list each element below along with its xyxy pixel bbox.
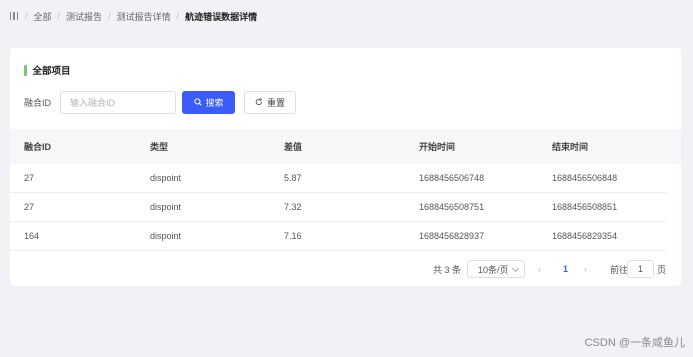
goto-label: 前往	[610, 264, 629, 275]
table-cell: dispoint	[150, 173, 182, 183]
fusion-id-placeholder: 输入融合ID	[70, 97, 116, 108]
table-cell: 164	[24, 231, 40, 241]
breadcrumb-item-report-detail[interactable]: 测试报告详情	[117, 10, 171, 23]
table-cell: 1688456828937	[419, 231, 485, 241]
watermark: CSDN @一条咸鱼儿	[584, 337, 685, 349]
breadcrumb-separator: /	[25, 11, 28, 21]
table-cell: dispoint	[150, 202, 182, 212]
column-header: 类型	[150, 142, 169, 152]
table-cell: dispoint	[150, 231, 182, 241]
pagination-total: 共 3 条	[433, 264, 462, 275]
breadcrumb-separator: /	[176, 11, 180, 21]
breadcrumb-separator: /	[57, 11, 61, 21]
column-header: 结束时间	[552, 142, 589, 152]
table-cell: 1688456506748	[419, 173, 485, 183]
table-cell: 7.32	[284, 202, 302, 212]
page-number-current[interactable]: 1	[563, 260, 568, 278]
section-title: 全部项目	[24, 64, 71, 77]
breadcrumb-separator: /	[108, 11, 111, 21]
goto-page-input[interactable]: 1	[627, 260, 654, 278]
section-accent-bar	[24, 64, 27, 76]
reset-button[interactable]: 重置	[244, 90, 297, 114]
breadcrumb: / 全部 / 测试报告 / 测试报告详情 / 航迹错误数据详情	[10, 10, 257, 22]
data-table: 融合ID 类型 差值 开始时间 结束时间 27 dispoint 5.87 16…	[10, 129, 681, 251]
column-header: 融合ID	[24, 142, 52, 152]
section-title-text: 全部项目	[32, 66, 71, 77]
table-cell: 1688456506848	[552, 173, 618, 183]
column-header: 差值	[284, 142, 303, 152]
fusion-id-label: 融合ID	[24, 97, 52, 108]
chevron-down-icon	[511, 264, 520, 273]
prev-page-button[interactable]: ‹	[538, 260, 541, 278]
menu-icon[interactable]	[10, 12, 19, 20]
table-cell: 1688456508751	[419, 202, 485, 212]
pagination: 共 3 条 10条/页 ‹ 1 › 前往 1 页	[10, 260, 681, 278]
search-button[interactable]: 搜索	[182, 90, 236, 114]
breadcrumb-item-all[interactable]: 全部	[34, 10, 52, 23]
breadcrumb-item-test-report[interactable]: 测试报告	[66, 10, 102, 23]
fusion-id-input[interactable]: 输入融合ID	[60, 90, 177, 114]
table-row[interactable]: 27 dispoint 5.87 1688456506748 168845650…	[10, 164, 667, 193]
page-size-select[interactable]: 10条/页	[467, 260, 525, 278]
main-card: 全部项目 融合ID 输入融合ID 搜索 重置 融合ID 类型 差值 开始时间 结…	[10, 48, 681, 286]
table-row[interactable]: 27 dispoint 7.32 1688456508751 168845650…	[10, 193, 667, 222]
table-header: 融合ID 类型 差值 开始时间 结束时间	[10, 129, 681, 164]
table-cell: 27	[24, 173, 35, 183]
table-row[interactable]: 164 dispoint 7.16 1688456828937 16884568…	[10, 222, 667, 251]
breadcrumb-current: 航迹错误数据详情	[185, 11, 258, 22]
column-header: 开始时间	[419, 142, 456, 152]
table-cell: 1688456508851	[552, 202, 618, 212]
search-icon	[193, 98, 202, 106]
page-unit-label: 页	[657, 264, 667, 275]
goto-page-value: 1	[637, 264, 643, 274]
table-cell: 27	[24, 202, 35, 212]
page-size-value: 10条/页	[478, 264, 509, 275]
reset-button-label: 重置	[267, 97, 286, 108]
table-cell: 1688456829354	[552, 231, 618, 241]
search-button-label: 搜索	[205, 97, 224, 108]
table-cell: 5.87	[284, 173, 302, 183]
refresh-icon	[255, 98, 263, 106]
filter-bar: 融合ID 输入融合ID 搜索 重置	[24, 90, 297, 114]
table-cell: 7.16	[284, 231, 302, 241]
next-page-button[interactable]: ›	[584, 260, 587, 278]
